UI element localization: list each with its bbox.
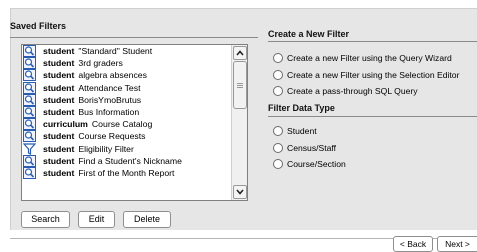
search-button[interactable]: Search — [21, 211, 70, 228]
create-filter-title: Create a New Filter — [268, 29, 350, 39]
filter-category: curriculum — [43, 119, 88, 130]
magnifier-icon — [22, 69, 37, 82]
filter-category: student — [43, 155, 75, 166]
magnifier-icon — [22, 154, 37, 167]
datatype-course-section[interactable]: Course/Section — [273, 159, 346, 169]
radio-button[interactable] — [273, 159, 283, 169]
filter-name: "Standard" Student — [78, 46, 153, 57]
list-item[interactable]: student First of the Month Report — [22, 166, 232, 179]
filter-category: student — [43, 143, 75, 154]
datatype-census-staff[interactable]: Census/Staff — [273, 143, 336, 153]
chevron-down-icon — [236, 189, 244, 195]
option-label: Create a new Filter using the Query Wiza… — [287, 53, 452, 63]
saved-filters-title: Saved Filters — [10, 21, 67, 31]
magnifier-icon — [22, 57, 37, 70]
magnifier-icon — [22, 81, 37, 94]
saved-filters-scrollbar[interactable] — [231, 45, 247, 200]
filter-name: Attendance Test — [78, 82, 141, 93]
list-item[interactable]: student "Standard" Student — [22, 45, 232, 58]
list-item[interactable]: curriculum Course Catalog — [22, 118, 232, 131]
filter-name: Find a Student's Nickname — [78, 155, 182, 166]
filter-name: Bus Information — [78, 107, 140, 118]
filter-category: student — [43, 94, 75, 105]
magnifier-icon — [22, 166, 37, 179]
saved-filters-items: student "Standard" Student student 3rd grad… — [22, 45, 232, 179]
create-filter-divider — [268, 41, 477, 42]
filter-category: student — [43, 46, 75, 57]
option-label: Course/Section — [287, 159, 346, 169]
list-item[interactable]: student Attendance Test — [22, 81, 232, 94]
list-item[interactable]: student Course Requests — [22, 130, 232, 143]
filter-name: Eligibility Filter — [78, 143, 134, 154]
option-query-wizard[interactable]: Create a new Filter using the Query Wiza… — [273, 53, 452, 63]
magnifier-icon — [22, 130, 37, 143]
scroll-thumb[interactable] — [233, 61, 247, 109]
scroll-up-button[interactable] — [233, 46, 247, 60]
scroll-down-button[interactable] — [233, 185, 247, 199]
filter-name: First of the Month Report — [78, 167, 175, 178]
filter-category: student — [43, 107, 75, 118]
option-label: Census/Staff — [287, 143, 337, 153]
funnel-icon — [22, 142, 37, 155]
list-item[interactable]: student BorisYmoBrutus — [22, 93, 232, 106]
filter-category: student — [43, 167, 75, 178]
filter-category: student — [43, 58, 75, 69]
option-label: Student — [287, 126, 317, 136]
filter-data-type-divider — [268, 116, 477, 117]
list-item[interactable]: student Eligibility Filter — [22, 142, 232, 155]
radio-button[interactable] — [273, 143, 283, 153]
list-item[interactable]: student 3rd graders — [22, 57, 232, 70]
filter-name: Course Requests — [78, 131, 146, 142]
list-item[interactable]: student Find a Student's Nickname — [22, 154, 232, 167]
filter-data-type-title: Filter Data Type — [268, 103, 335, 113]
option-label: Create a new Filter using the Selection … — [287, 70, 460, 80]
radio-button[interactable] — [273, 70, 283, 80]
magnifier-icon — [22, 45, 37, 58]
chevron-up-icon — [236, 50, 244, 56]
radio-button[interactable] — [273, 86, 283, 96]
filter-name: algebra absences — [78, 70, 147, 81]
option-sql-query[interactable]: Create a pass-through SQL Query — [273, 86, 418, 96]
radio-button[interactable] — [273, 53, 283, 63]
filter-category: student — [43, 131, 75, 142]
filter-name: Course Catalog — [91, 119, 153, 130]
option-selection-editor[interactable]: Create a new Filter using the Selection … — [273, 70, 459, 80]
saved-filters-list[interactable]: student "Standard" Student student 3rd grad… — [21, 44, 248, 201]
filter-category: student — [43, 82, 75, 93]
delete-button[interactable]: Delete — [123, 211, 171, 228]
magnifier-icon — [22, 118, 37, 131]
magnifier-icon — [22, 106, 37, 119]
saved-filters-divider — [10, 37, 258, 38]
magnifier-icon — [22, 93, 37, 106]
option-label: Create a pass-through SQL Query — [287, 86, 418, 96]
filter-name: 3rd graders — [78, 58, 123, 69]
list-item[interactable]: student Bus Information — [22, 106, 232, 119]
filter-category: student — [43, 70, 75, 81]
list-item[interactable]: student algebra absences — [22, 69, 232, 82]
edit-button[interactable]: Edit — [78, 211, 115, 228]
filter-name: BorisYmoBrutus — [78, 94, 142, 105]
radio-button[interactable] — [273, 126, 283, 136]
datatype-student[interactable]: Student — [273, 126, 317, 136]
